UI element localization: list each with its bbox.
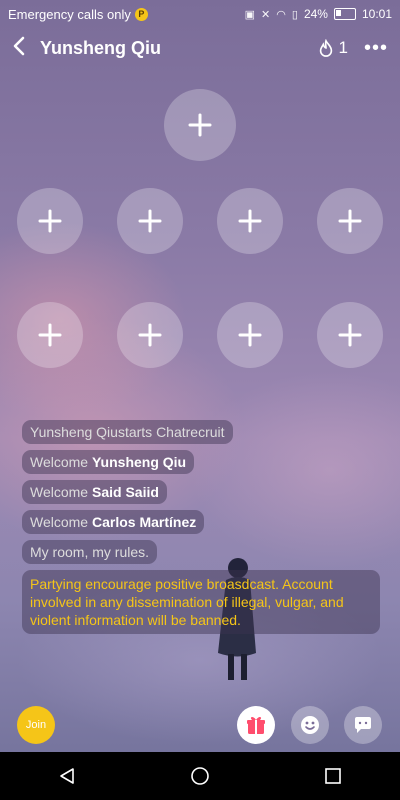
plus-icon (338, 323, 362, 347)
join-button[interactable]: Join (17, 706, 55, 744)
wifi-icon: ◠ (276, 8, 286, 21)
message-prefix: Welcome (30, 454, 92, 470)
host-seat[interactable] (164, 89, 236, 161)
room-header: Yunsheng Qiu 1 ••• (0, 28, 400, 68)
seat-5[interactable] (17, 302, 83, 368)
system-navbar (0, 752, 400, 800)
battery-percent: 24% (303, 7, 328, 21)
message-prefix: Welcome (30, 484, 92, 500)
battery-icon (333, 8, 356, 20)
back-triangle-icon[interactable] (47, 756, 87, 796)
hot-count[interactable]: 1 (317, 38, 348, 58)
chat-message: Welcome Carlos Martínez (22, 510, 205, 534)
status-bar: Emergency calls only P ▣ ✕ ◠ ▯ 24% 10:01 (0, 0, 400, 28)
back-icon[interactable] (12, 36, 34, 61)
sim-icon: ▯ (291, 8, 298, 21)
chat-bubble-icon (355, 717, 371, 733)
gift-icon (247, 716, 265, 734)
mute-icon: ✕ (261, 8, 271, 21)
plus-icon (38, 323, 62, 347)
p-badge-icon: P (134, 7, 148, 21)
hot-count-value: 1 (338, 38, 348, 57)
emoji-icon (301, 716, 319, 734)
message-username: Yunsheng Qiu (91, 454, 187, 470)
home-circle-icon[interactable] (180, 756, 220, 796)
carrier-text: Emergency calls only (8, 6, 131, 22)
room-notice: Partying encourage positive broasdcast. … (22, 570, 380, 634)
seat-2[interactable] (117, 188, 183, 254)
message-prefix: My room, my rules. (30, 544, 150, 560)
seat-7[interactable] (217, 302, 283, 368)
seat-3[interactable] (217, 188, 283, 254)
plus-icon (138, 323, 162, 347)
message-username: Said Saiid (91, 484, 159, 500)
message-prefix: Yunsheng Qiustarts Chatrecruit (30, 424, 225, 440)
chat-feed: Yunsheng Qiustarts Chatrecruit Welcome Y… (22, 420, 382, 634)
message-username: Carlos Martínez (91, 514, 197, 530)
gift-button[interactable] (237, 706, 275, 744)
emoji-button[interactable] (291, 706, 329, 744)
status-right: ▣ ✕ ◠ ▯ 24% 10:01 (245, 7, 392, 21)
plus-icon (138, 209, 162, 233)
nfc-icon: ▣ (244, 8, 256, 21)
chat-button[interactable] (344, 706, 382, 744)
recents-square-icon[interactable] (313, 756, 353, 796)
room-title: Yunsheng Qiu (40, 37, 162, 58)
plus-icon (188, 113, 212, 137)
plus-icon (238, 209, 262, 233)
status-left: Emergency calls only P (8, 7, 148, 22)
plus-icon (238, 323, 262, 347)
seat-4[interactable] (317, 188, 383, 254)
chat-message: Welcome Said Saiid (22, 480, 167, 504)
message-prefix: Welcome (30, 514, 92, 530)
clock: 10:01 (361, 7, 392, 21)
flame-icon (319, 39, 332, 57)
more-icon[interactable]: ••• (364, 37, 388, 60)
chat-message: My room, my rules. (22, 540, 158, 564)
chat-message: Welcome Yunsheng Qiu (22, 450, 195, 474)
seat-6[interactable] (117, 302, 183, 368)
chat-message: Yunsheng Qiustarts Chatrecruit (22, 420, 233, 444)
seat-8[interactable] (317, 302, 383, 368)
seat-1[interactable] (17, 188, 83, 254)
plus-icon (38, 209, 62, 233)
plus-icon (338, 209, 362, 233)
